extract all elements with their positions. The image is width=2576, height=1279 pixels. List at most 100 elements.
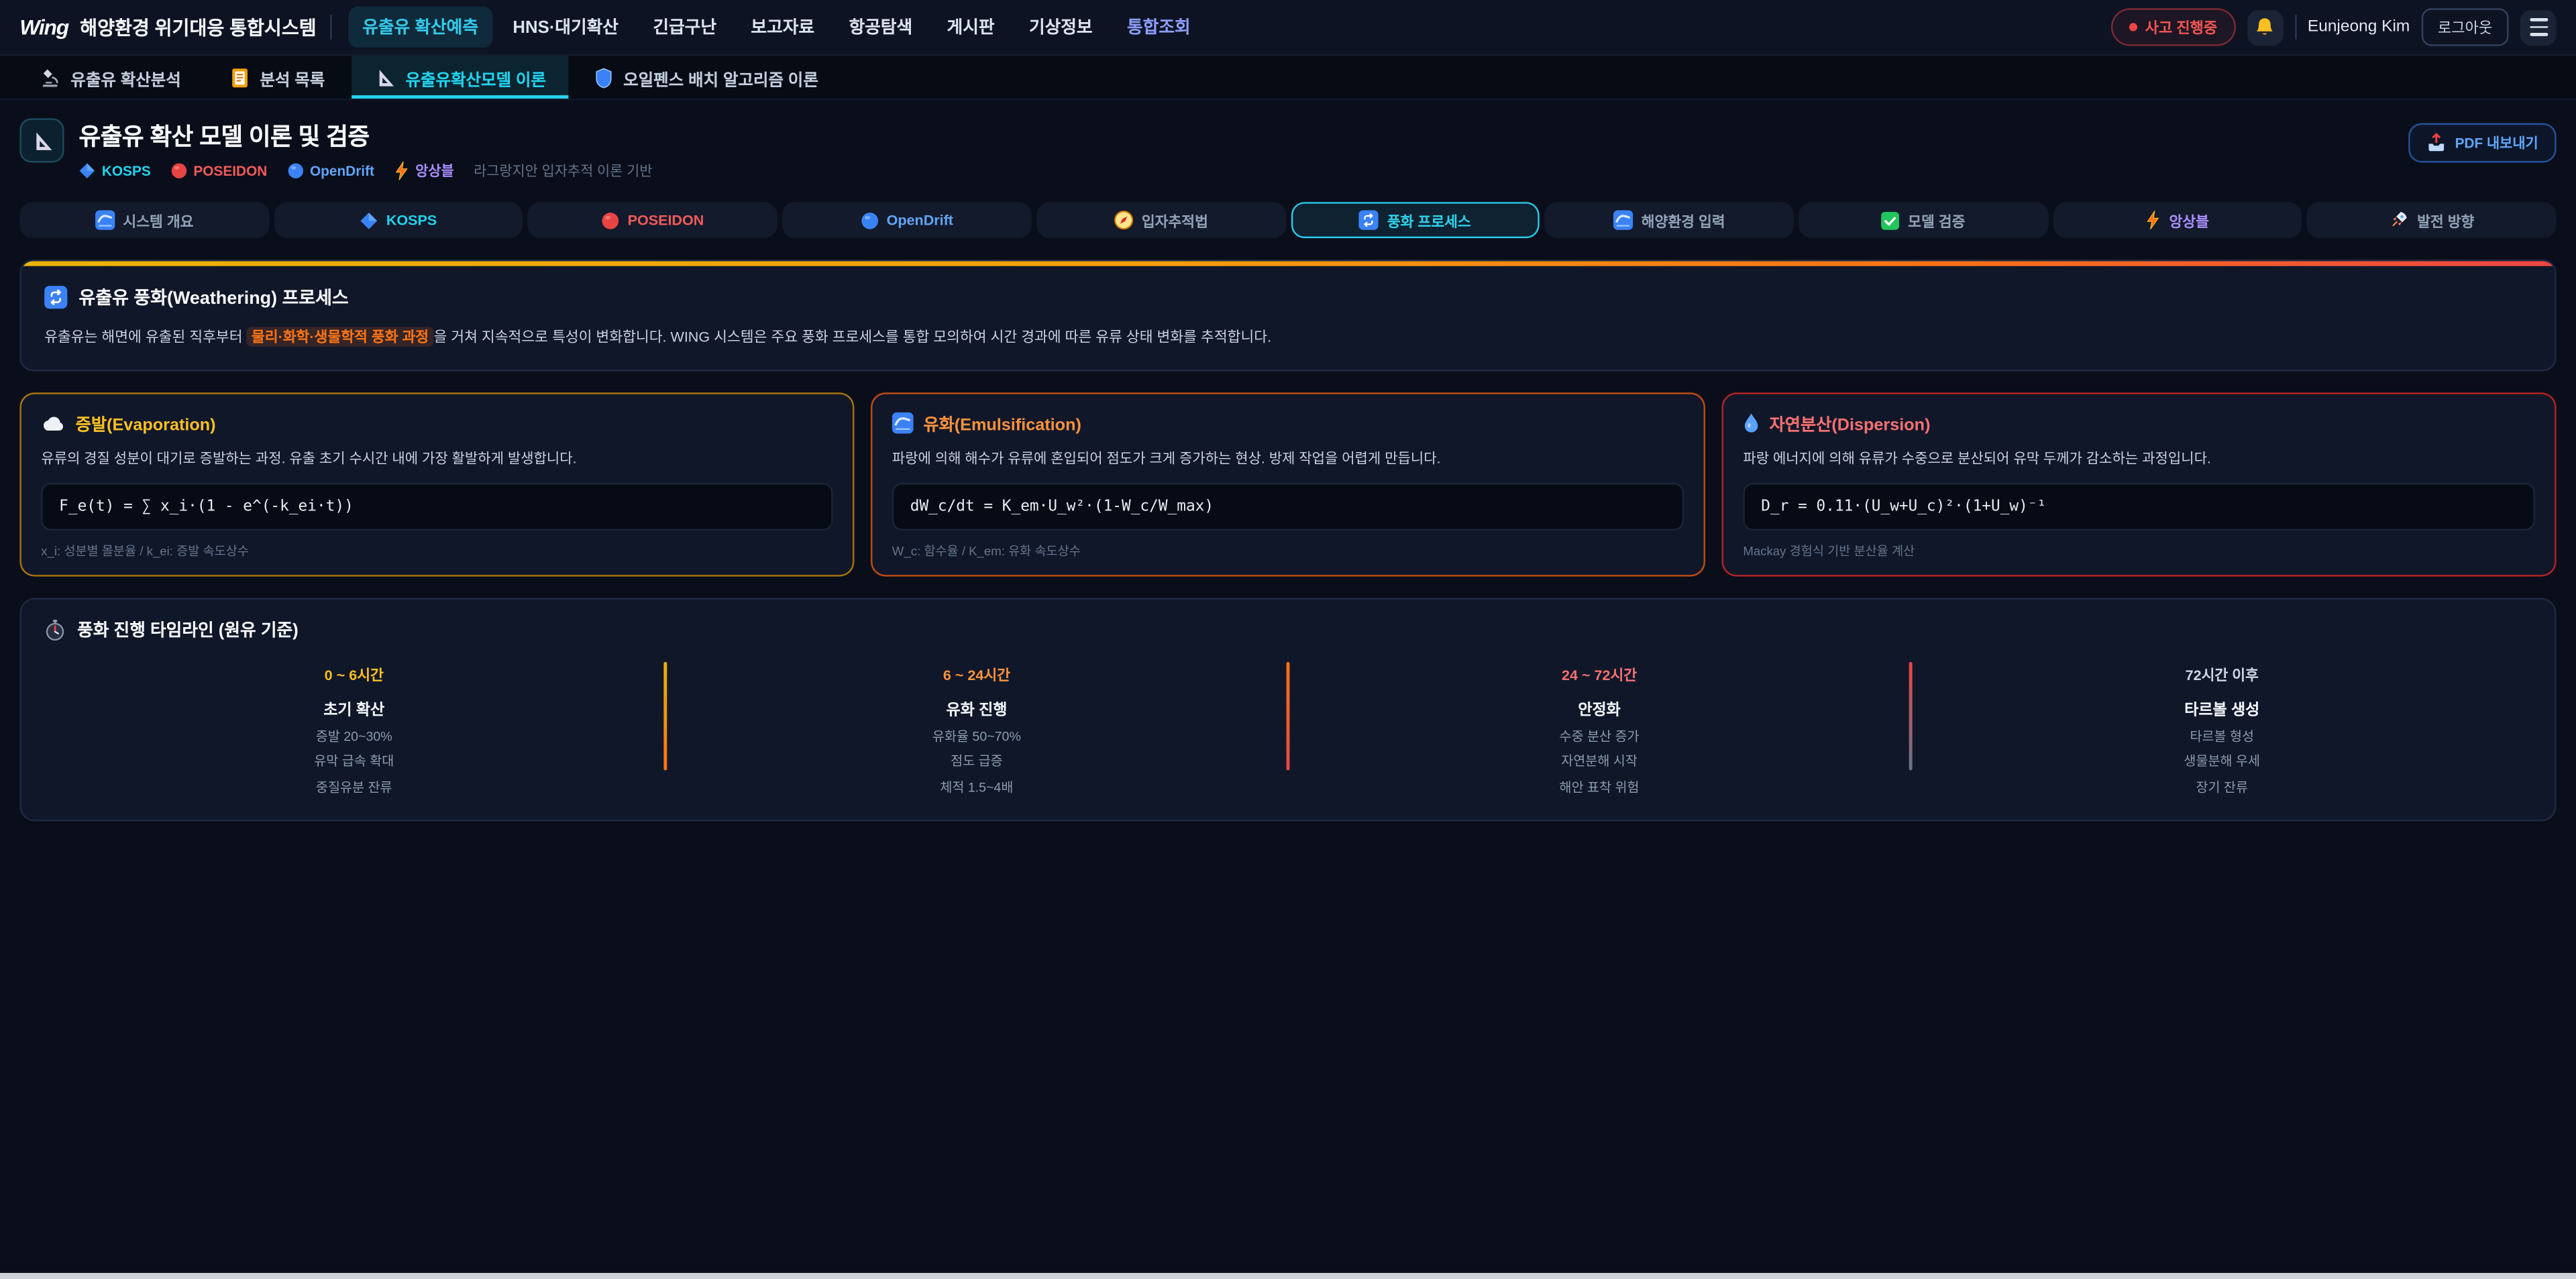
page-header: 유출유 확산 모델 이론 및 검증 KOSPS POSEIDON (19, 118, 2556, 180)
stopwatch-icon (44, 620, 66, 641)
section-tab-weathering-process[interactable]: 풍화 프로세스 (1291, 202, 1540, 238)
pdf-export-button[interactable]: PDF 내보내기 (2409, 123, 2557, 163)
microscope-icon (40, 66, 61, 88)
phase-period: 24 ~ 72시간 (1289, 664, 1909, 685)
phase-detail: 증발 20~30% (44, 727, 663, 745)
nav-item-aerial-search[interactable]: 항공탐색 (834, 7, 927, 48)
card-note: Mackay 경험식 기반 분산율 계산 (1743, 543, 2534, 561)
nav-item-reports[interactable]: 보고자료 (736, 7, 829, 48)
repeat-icon (1359, 210, 1379, 229)
timeline-phase-initial-spread: 0 ~ 6시간 초기 확산 증발 20~30% 유막 급속 확대 중질유분 잔류 (44, 661, 663, 796)
badge-ensemble: 앙상블 (394, 161, 453, 180)
timeline-phase-tarball: 72시간 이후 타르볼 생성 타르볼 형성 생물분해 우세 장기 잔류 (1913, 661, 2532, 796)
phase-detail: 체적 1.5~4배 (667, 778, 1286, 796)
banner-description: 유출유는 해면에 유출된 직후부터 물리·화학·생물학적 풍화 과정을 거쳐 지… (44, 327, 2532, 348)
wave-icon (1613, 210, 1633, 229)
app-title: 해양환경 위기대응 통합시스템 (80, 14, 317, 40)
card-title: 유화(Emulsification) (892, 411, 1684, 436)
timeline-grid: 0 ~ 6시간 초기 확산 증발 20~30% 유막 급속 확대 중질유분 잔류… (44, 661, 2532, 796)
lightning-icon (2146, 210, 2161, 229)
page-icon-box (19, 118, 64, 162)
tab-diffusion-model-theory[interactable]: 유출유확산모델 이론 (352, 56, 570, 99)
logout-button[interactable]: 로그아웃 (2421, 8, 2508, 46)
phase-detail: 중질유분 잔류 (44, 778, 663, 796)
card-description: 파랑 에너지에 의해 유류가 수중으로 분산되어 유막 두께가 감소하는 과정입… (1743, 449, 2534, 468)
blue-circle-icon (287, 162, 303, 178)
section-tab-poseidon[interactable]: POSEIDON (528, 202, 777, 238)
nav-item-integrated-search[interactable]: 통합조회 (1112, 7, 1205, 48)
tab-analysis-list[interactable]: 분석 목록 (207, 56, 348, 99)
badge-poseidon: POSEIDON (170, 162, 267, 178)
tab-oil-spill-analysis[interactable]: 유출유 확산분석 (16, 56, 204, 99)
section-tab-ensemble[interactable]: 앙상블 (2053, 202, 2302, 238)
page-subtitle: 라그랑지안 입자추적 이론 기반 (474, 161, 652, 180)
tab-oil-fence-algorithm-theory[interactable]: 오일펜스 배치 알고리즘 이론 (572, 56, 841, 99)
main-nav: 유출유 확산예측 HNS·대기확산 긴급구난 보고자료 항공탐색 게시판 기상정… (347, 7, 2097, 48)
lightning-icon (394, 161, 409, 180)
section-tab-model-validation[interactable]: 모델 검증 (1799, 202, 2048, 238)
blue-circle-icon (860, 211, 878, 229)
weathering-timeline: 풍화 진행 타임라인 (원유 기준) 0 ~ 6시간 초기 확산 증발 20~3… (19, 598, 2556, 821)
hamburger-icon (2529, 19, 2547, 36)
phase-detail: 해안 표착 위험 (1289, 778, 1909, 796)
phase-detail: 점도 급증 (667, 753, 1286, 771)
nav-divider (329, 15, 331, 40)
section-tab-kosps[interactable]: KOSPS (274, 202, 523, 238)
compass-icon (1114, 210, 1133, 229)
section-tab-opendrift[interactable]: OpenDrift (782, 202, 1032, 238)
topbar-right: 사고 진행중 Eunjeong Kim 로그아웃 (2110, 8, 2556, 46)
notifications-button[interactable] (2247, 9, 2283, 45)
page-header-text: 유출유 확산 모델 이론 및 검증 KOSPS POSEIDON (79, 118, 653, 180)
diamond-icon (79, 162, 95, 178)
red-circle-icon (170, 162, 186, 178)
phase-detail: 수중 분산 증가 (1289, 727, 1909, 745)
phase-detail: 생물분해 우세 (1913, 753, 2532, 771)
nav-item-oil-spill-prediction[interactable]: 유출유 확산예측 (347, 7, 493, 48)
phase-detail: 장기 잔류 (1913, 778, 2532, 796)
red-circle-icon (601, 211, 619, 229)
user-divider (2294, 15, 2296, 40)
section-tab-system-overview[interactable]: 시스템 개요 (19, 202, 269, 238)
phase-period: 0 ~ 6시간 (44, 664, 663, 685)
bottom-edge-strip (0, 1273, 2576, 1279)
nav-item-emergency-rescue[interactable]: 긴급구난 (638, 7, 731, 48)
nav-item-board[interactable]: 게시판 (932, 7, 1009, 48)
banner-highlight: 물리·화학·생물학적 풍화 과정 (247, 327, 434, 346)
card-dispersion: 자연분산(Dispersion) 파랑 에너지에 의해 유류가 수중으로 분산되… (1722, 393, 2557, 577)
card-formula: F_e(t) = ∑ x_i·(1 - e^(-k_ei·t)) (41, 483, 833, 531)
phase-detail: 자연분해 시작 (1289, 753, 1909, 771)
section-tab-particle-tracking[interactable]: 입자추적법 (1036, 202, 1286, 238)
repeat-icon (44, 286, 67, 309)
section-tab-marine-environment-input[interactable]: 해양환경 입력 (1545, 202, 1794, 238)
card-emulsification: 유화(Emulsification) 파랑에 의해 해수가 유류에 혼입되어 점… (871, 393, 1705, 577)
section-tab-future-direction[interactable]: 발전 방향 (2307, 202, 2557, 238)
brand: Wing 해양환경 위기대응 통합시스템 (19, 14, 316, 40)
card-evaporation: 증발(Evaporation) 유류의 경질 성분이 대기로 증발하는 과정. … (19, 393, 854, 577)
incident-status-badge: 사고 진행중 (2110, 8, 2235, 46)
card-note: x_i: 성분별 몰분율 / k_ei: 증발 속도상수 (41, 543, 833, 561)
page-title: 유출유 확산 모델 이론 및 검증 (79, 118, 653, 152)
nav-item-hns-atmospheric[interactable]: HNS·대기확산 (498, 7, 633, 48)
droplet-icon (1743, 412, 1759, 434)
page-content: 유출유 확산 모델 이론 및 검증 KOSPS POSEIDON (0, 118, 2576, 820)
user-name: Eunjeong Kim (2308, 18, 2410, 36)
badge-kosps: KOSPS (79, 162, 151, 178)
tab-label: 유출유확산모델 이론 (405, 65, 546, 90)
timeline-phase-stabilization: 24 ~ 72시간 안정화 수중 분산 증가 자연분해 시작 해안 표착 위험 (1289, 661, 1909, 796)
banner-title: 유출유 풍화(Weathering) 프로세스 (44, 284, 2532, 311)
timeline-title: 풍화 진행 타임라인 (원유 기준) (44, 618, 2532, 643)
nav-item-weather-info[interactable]: 기상정보 (1014, 7, 1108, 48)
menu-button[interactable] (2520, 9, 2557, 45)
card-note: W_c: 함수율 / K_em: 유화 속도상수 (892, 543, 1684, 561)
triangle-ruler-icon (30, 129, 53, 152)
weathering-banner: 유출유 풍화(Weathering) 프로세스 유출유는 해면에 유출된 직후부… (19, 260, 2556, 372)
phase-period: 72시간 이후 (1913, 664, 2532, 685)
phase-name: 안정화 (1289, 697, 1909, 720)
topbar: Wing 해양환경 위기대응 통합시스템 유출유 확산예측 HNS·대기확산 긴… (0, 0, 2576, 56)
card-formula: D_r = 0.11·(U_w+U_c)²·(1+U_w)⁻¹ (1743, 483, 2534, 531)
triangle-ruler-icon (374, 66, 396, 88)
wave-icon (95, 210, 115, 229)
cloud-icon (41, 415, 66, 431)
card-description: 파랑에 의해 해수가 유류에 혼입되어 점도가 크게 증가하는 현상. 방제 작… (892, 449, 1684, 468)
timeline-phase-emulsification: 6 ~ 24시간 유화 진행 유화율 50~70% 점도 급증 체적 1.5~4… (667, 661, 1286, 796)
